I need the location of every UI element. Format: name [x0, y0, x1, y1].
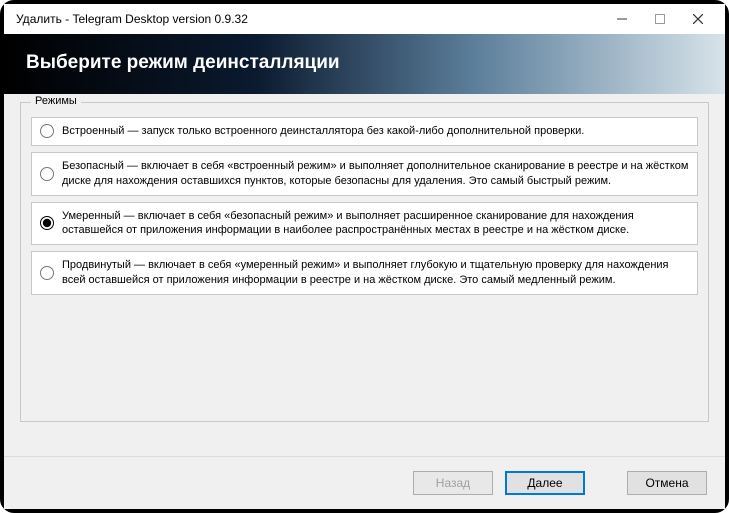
mode-option-advanced[interactable]: Продвинутый — включает в себя «умеренный… [31, 251, 698, 295]
window-title: Удалить - Telegram Desktop version 0.9.3… [16, 12, 248, 26]
radio-label: Продвинутый — включает в себя «умеренный… [62, 258, 689, 288]
radio-builtin[interactable] [40, 124, 54, 138]
radio-label: Безопасный — включает в себя «встроенный… [62, 159, 689, 189]
page-title: Выберите режим деинсталляции [26, 52, 703, 74]
radio-label: Умеренный — включает в себя «безопасный … [62, 209, 689, 239]
modes-groupbox: Режимы Встроенный — запуск только встрое… [20, 102, 709, 422]
wizard-header: Выберите режим деинсталляции [4, 34, 725, 94]
back-button: Назад [413, 471, 493, 495]
mode-option-builtin[interactable]: Встроенный — запуск только встроенного д… [31, 117, 698, 146]
radio-advanced[interactable] [40, 266, 54, 280]
mode-option-safe[interactable]: Безопасный — включает в себя «встроенный… [31, 152, 698, 196]
minimize-button[interactable] [603, 7, 641, 31]
close-button[interactable] [679, 7, 717, 31]
radio-moderate[interactable] [40, 216, 54, 230]
cancel-button[interactable]: Отмена [627, 471, 707, 495]
window-controls [603, 7, 717, 31]
mode-option-moderate[interactable]: Умеренный — включает в себя «безопасный … [31, 202, 698, 246]
titlebar: Удалить - Telegram Desktop version 0.9.3… [4, 4, 725, 34]
content-area: Режимы Встроенный — запуск только встрое… [4, 94, 725, 456]
uninstall-wizard-window: Удалить - Telegram Desktop version 0.9.3… [0, 0, 729, 513]
radio-label: Встроенный — запуск только встроенного д… [62, 124, 584, 139]
next-button[interactable]: Далее [505, 471, 585, 495]
radio-safe[interactable] [40, 167, 54, 181]
groupbox-label: Режимы [31, 95, 81, 107]
button-row: Назад Далее Отмена [4, 456, 725, 509]
maximize-button[interactable] [641, 7, 679, 31]
